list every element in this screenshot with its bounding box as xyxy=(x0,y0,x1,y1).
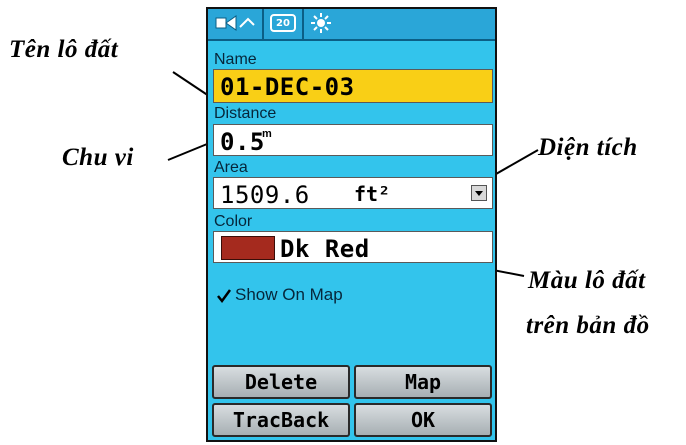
color-value: Dk Red xyxy=(280,235,370,263)
delete-button[interactable]: Delete xyxy=(212,365,350,399)
status-bar: 20 xyxy=(208,9,495,41)
name-label: Name xyxy=(214,51,257,68)
distance-label: Distance xyxy=(214,105,277,122)
backlight-icon xyxy=(308,13,334,33)
chevron-down-icon xyxy=(475,190,483,196)
area-field[interactable]: 1509.6 ft² xyxy=(213,177,493,209)
ok-button[interactable]: OK xyxy=(354,403,492,437)
name-value: 01-DEC-03 xyxy=(220,73,355,101)
callout-name: Tên lô đất xyxy=(9,36,119,63)
show-on-map-checkbox[interactable] xyxy=(216,288,232,304)
map-button[interactable]: Map xyxy=(354,365,492,399)
distance-value: 0.5 xyxy=(220,128,265,156)
battery-icon: 20 xyxy=(268,13,298,33)
callout-perimeter: Chu vi xyxy=(62,144,134,171)
color-label: Color xyxy=(214,213,253,230)
status-badge: 20 xyxy=(276,17,290,29)
distance-unit: m xyxy=(262,128,272,140)
area-label: Area xyxy=(214,159,248,176)
area-value: 1509.6 xyxy=(220,181,310,209)
name-field[interactable]: 01-DEC-03 xyxy=(213,69,493,103)
callout-area: Diện tích xyxy=(538,134,638,161)
area-unit: ft² xyxy=(354,182,391,206)
data-transfer-icon xyxy=(214,13,258,33)
distance-field[interactable]: 0.5 m xyxy=(213,124,493,156)
show-on-map-label: Show On Map xyxy=(235,285,343,304)
callout-color-line2: trên bản đồ xyxy=(526,312,650,339)
status-divider xyxy=(262,9,264,39)
color-swatch xyxy=(221,236,275,260)
status-divider xyxy=(302,9,304,39)
callout-color-line1: Màu lô đất xyxy=(528,267,646,294)
color-field[interactable]: Dk Red xyxy=(213,231,493,263)
area-unit-dropdown-button[interactable] xyxy=(471,185,487,201)
device-screen: 20 Name 01-DEC-03 Distance 0.5 m Area 15… xyxy=(206,7,497,442)
tracback-button[interactable]: TracBack xyxy=(212,403,350,437)
